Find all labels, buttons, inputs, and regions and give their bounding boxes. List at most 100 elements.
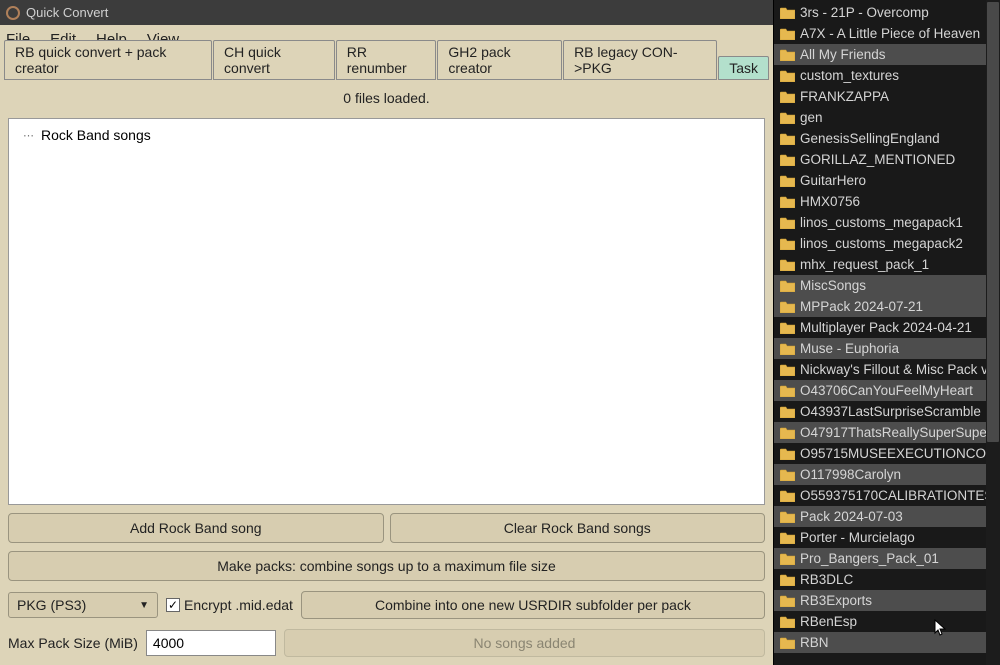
folder-item[interactable]: RBenEsp (774, 611, 1000, 632)
format-select-value: PKG (PS3) (17, 597, 86, 613)
folder-label: RB3Exports (800, 593, 872, 608)
folder-label: mhx_request_pack_1 (800, 257, 929, 272)
folder-item[interactable]: GORILLAZ_MENTIONED (774, 149, 1000, 170)
folder-icon (780, 217, 795, 229)
scrollbar-track[interactable] (986, 0, 1000, 665)
folder-icon (780, 154, 795, 166)
folder-item[interactable]: mhx_request_pack_1 (774, 254, 1000, 275)
folder-label: Nickway's Fillout & Misc Pack v2 (800, 362, 995, 377)
folder-item[interactable]: Muse - Euphoria (774, 338, 1000, 359)
folder-item[interactable]: O47917ThatsReallySuperSuper (774, 422, 1000, 443)
folder-item[interactable]: Multiplayer Pack 2024-04-21 (774, 317, 1000, 338)
folder-icon (780, 364, 795, 376)
format-select[interactable]: PKG (PS3) ▼ (8, 592, 158, 618)
maxpack-input[interactable] (146, 630, 276, 656)
folder-icon (780, 91, 795, 103)
no-songs-button: No songs added (284, 629, 765, 657)
folder-icon (780, 406, 795, 418)
folder-item[interactable]: O117998Carolyn (774, 464, 1000, 485)
folder-item[interactable]: GenesisSellingEngland (774, 128, 1000, 149)
button-row-1: Add Rock Band song Clear Rock Band songs (8, 513, 765, 543)
maxpack-label: Max Pack Size (MiB) (8, 635, 138, 651)
maxpack-row: Max Pack Size (MiB) No songs added (8, 629, 765, 657)
combine-button[interactable]: Combine into one new USRDIR subfolder pe… (301, 591, 765, 619)
tab-task[interactable]: Task (718, 56, 769, 80)
tab-ch-quick-convert[interactable]: CH quick convert (213, 40, 335, 80)
tab-gh2-pack-creator[interactable]: GH2 pack creator (437, 40, 562, 80)
folder-item[interactable]: RBN (774, 632, 1000, 653)
folder-item[interactable]: A7X - A Little Piece of Heaven (774, 23, 1000, 44)
folder-item[interactable]: FRANKZAPPA (774, 86, 1000, 107)
folder-item[interactable]: RB3DLC (774, 569, 1000, 590)
folder-icon (780, 343, 795, 355)
folder-list: 3rs - 21P - OvercompA7X - A Little Piece… (774, 0, 1000, 655)
folder-item[interactable]: HMX0756 (774, 191, 1000, 212)
tab-rb-legacy-con-pkg[interactable]: RB legacy CON->PKG (563, 40, 717, 80)
folder-item[interactable]: GuitarHero (774, 170, 1000, 191)
folder-label: gen (800, 110, 823, 125)
title-bar[interactable]: Quick Convert (0, 0, 773, 25)
folder-item[interactable]: O95715MUSEEXECUTIONCOMMENTA (774, 443, 1000, 464)
folder-item[interactable]: linos_customs_megapack2 (774, 233, 1000, 254)
tab-rr-renumber[interactable]: RR renumber (336, 40, 437, 80)
folder-label: RBenEsp (800, 614, 857, 629)
tree-expand-icon[interactable]: ⋯ (23, 129, 35, 142)
tree-root-label: Rock Band songs (41, 127, 151, 143)
folder-label: Porter - Murcielago (800, 530, 915, 545)
folder-icon (780, 238, 795, 250)
folder-label: GenesisSellingEngland (800, 131, 940, 146)
folder-label: O43706CanYouFeelMyHeart (800, 383, 973, 398)
folder-item[interactable]: MiscSongs (774, 275, 1000, 296)
folder-item[interactable]: O43706CanYouFeelMyHeart (774, 380, 1000, 401)
folder-icon (780, 280, 795, 292)
content-area: 0 files loaded. ⋯ Rock Band songs Add Ro… (0, 80, 773, 665)
folder-label: RBN (800, 635, 829, 650)
folder-item[interactable]: 3rs - 21P - Overcomp (774, 2, 1000, 23)
folder-icon (780, 112, 795, 124)
folder-item[interactable]: Pack 2024-07-03 (774, 506, 1000, 527)
folder-item[interactable]: linos_customs_megapack1 (774, 212, 1000, 233)
tab-bar: RB quick convert + pack creator CH quick… (0, 54, 773, 80)
folder-item[interactable]: All My Friends (774, 44, 1000, 65)
encrypt-label: Encrypt .mid.edat (184, 597, 293, 613)
window-title: Quick Convert (26, 5, 108, 20)
folder-icon (780, 490, 795, 502)
folder-item[interactable]: Nickway's Fillout & Misc Pack v2 (774, 359, 1000, 380)
folder-icon (780, 133, 795, 145)
tab-rb-quick-convert[interactable]: RB quick convert + pack creator (4, 40, 212, 80)
tree-root-item[interactable]: ⋯ Rock Band songs (23, 127, 750, 143)
make-packs-button[interactable]: Make packs: combine songs up to a maximu… (8, 551, 765, 581)
folder-label: O43937LastSurpriseScramble (800, 404, 981, 419)
folder-item[interactable]: RB3Exports (774, 590, 1000, 611)
folder-label: FRANKZAPPA (800, 89, 889, 104)
folder-icon (780, 637, 795, 649)
song-tree[interactable]: ⋯ Rock Band songs (8, 118, 765, 505)
folder-icon (780, 469, 795, 481)
folder-item[interactable]: O43937LastSurpriseScramble (774, 401, 1000, 422)
add-song-button[interactable]: Add Rock Band song (8, 513, 384, 543)
folder-icon (780, 595, 795, 607)
folder-label: HMX0756 (800, 194, 860, 209)
folder-label: RB3DLC (800, 572, 853, 587)
folder-icon (780, 532, 795, 544)
folder-item[interactable]: Porter - Murcielago (774, 527, 1000, 548)
folder-icon (780, 616, 795, 628)
folder-icon (780, 574, 795, 586)
folder-panel: 3rs - 21P - OvercompA7X - A Little Piece… (773, 0, 1000, 665)
folder-item[interactable]: custom_textures (774, 65, 1000, 86)
encrypt-checkbox[interactable]: ✓ Encrypt .mid.edat (166, 597, 293, 613)
folder-label: Muse - Euphoria (800, 341, 899, 356)
folder-item[interactable]: O559375170CALIBRATIONTESTCH (774, 485, 1000, 506)
scrollbar-thumb[interactable] (987, 2, 999, 442)
clear-songs-button[interactable]: Clear Rock Band songs (390, 513, 766, 543)
folder-item[interactable]: gen (774, 107, 1000, 128)
folder-item[interactable]: MPPack 2024-07-21 (774, 296, 1000, 317)
app-icon (6, 6, 20, 20)
controls-row: PKG (PS3) ▼ ✓ Encrypt .mid.edat Combine … (8, 591, 765, 619)
folder-label: O95715MUSEEXECUTIONCOMMENTA (800, 446, 1000, 461)
folder-item[interactable]: Pro_Bangers_Pack_01 (774, 548, 1000, 569)
folder-label: Pack 2024-07-03 (800, 509, 903, 524)
folder-icon (780, 301, 795, 313)
folder-label: O559375170CALIBRATIONTESTCH (800, 488, 1000, 503)
folder-icon (780, 49, 795, 61)
